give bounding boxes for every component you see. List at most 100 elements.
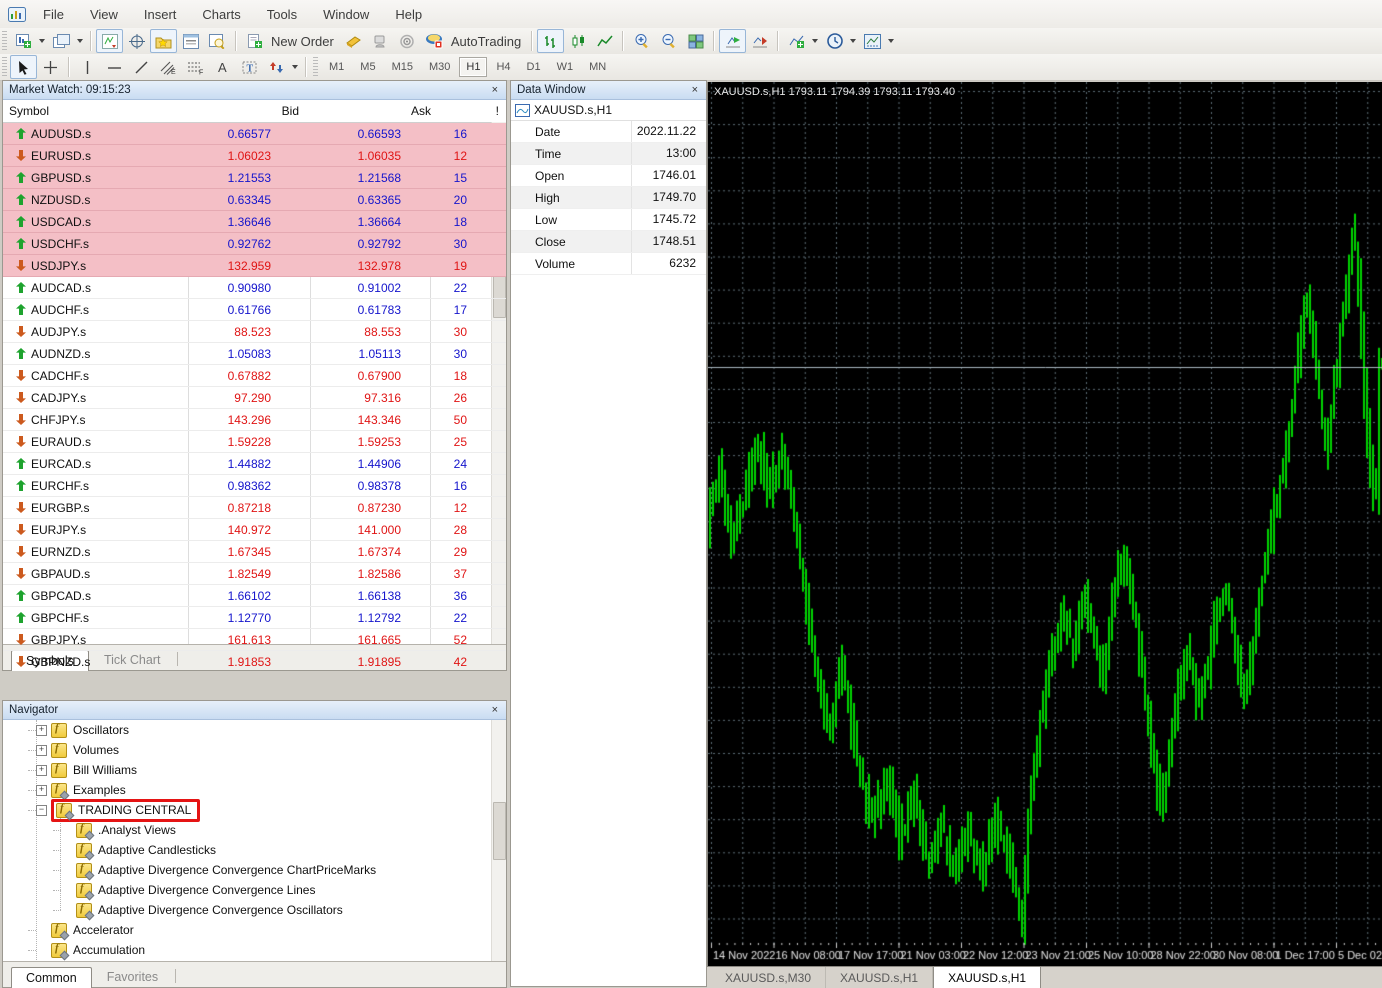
new-chart-button[interactable] — [10, 29, 37, 53]
market-watch-close-icon[interactable]: × — [490, 84, 500, 96]
tree-item-accelerator[interactable]: Accelerator — [28, 920, 506, 940]
chart-tab-xauusd-s-h1[interactable]: XAUUSD.s,H1 — [826, 967, 933, 988]
profiles-button[interactable] — [48, 29, 75, 53]
timeframe-w1-button[interactable]: W1 — [550, 57, 581, 77]
auto-scroll-button[interactable] — [719, 29, 746, 53]
timeframe-d1-button[interactable]: D1 — [520, 57, 548, 77]
metaeditor-button[interactable] — [340, 29, 367, 53]
data-window-close-icon[interactable]: × — [690, 84, 700, 96]
timeframe-h4-button[interactable]: H4 — [489, 57, 517, 77]
templates-dropdown-caret[interactable] — [888, 39, 894, 43]
timeframe-m15-button[interactable]: M15 — [385, 57, 420, 77]
market-watch-row[interactable]: GBPCAD.s1.661021.6613836 — [3, 585, 506, 607]
market-watch-row[interactable]: GBPNZD.s1.918531.9189542 — [3, 651, 506, 669]
column-header-ask[interactable]: Ask — [305, 104, 437, 118]
expand-plus-icon[interactable]: + — [36, 785, 47, 796]
terminal-toggle-button[interactable] — [177, 29, 204, 53]
community-button[interactable] — [367, 29, 394, 53]
text-tool-button[interactable]: A — [209, 55, 236, 79]
autotrading-label[interactable]: AutoTrading — [451, 34, 521, 49]
market-watch-row[interactable]: USDCHF.s0.927620.9279230 — [3, 233, 506, 255]
market-watch-row[interactable]: EURGBP.s0.872180.8723012 — [3, 497, 506, 519]
menu-item-tools[interactable]: Tools — [254, 7, 310, 22]
periods-button[interactable] — [821, 29, 848, 53]
toolbar-grip[interactable] — [2, 31, 7, 51]
menu-item-view[interactable]: View — [77, 7, 131, 22]
menu-item-insert[interactable]: Insert — [131, 7, 190, 22]
market-watch-row[interactable]: CHFJPY.s143.296143.34650 — [3, 409, 506, 431]
crosshair-tool-button[interactable] — [37, 55, 64, 79]
arrows-tool-button[interactable] — [263, 55, 290, 79]
data-window-toggle-button[interactable] — [123, 29, 150, 53]
price-chart-canvas[interactable] — [708, 82, 1382, 966]
zoom-out-button[interactable] — [655, 29, 682, 53]
market-watch-row[interactable]: USDJPY.s132.959132.97819 — [3, 255, 506, 277]
candlestick-style-button[interactable] — [564, 29, 591, 53]
menu-item-window[interactable]: Window — [310, 7, 382, 22]
tree-item-volumes[interactable]: +Volumes — [28, 740, 506, 760]
profiles-dropdown-caret[interactable] — [77, 39, 83, 43]
strategy-tester-toggle-button[interactable] — [204, 29, 231, 53]
autotrading-button[interactable] — [421, 29, 448, 53]
tree-item-accumulation[interactable]: Accumulation — [28, 940, 506, 960]
timeframe-h1-button[interactable]: H1 — [459, 57, 487, 77]
tile-windows-button[interactable] — [682, 29, 709, 53]
market-watch-row[interactable]: EURJPY.s140.972141.00028 — [3, 519, 506, 541]
new-chart-dropdown-caret[interactable] — [39, 39, 45, 43]
cursor-tool-button[interactable] — [10, 55, 37, 79]
expand-plus-icon[interactable]: + — [36, 725, 47, 736]
expand-plus-icon[interactable]: + — [36, 745, 47, 756]
fibonacci-tool-button[interactable]: F — [182, 55, 209, 79]
new-order-label[interactable]: New Order — [271, 34, 334, 49]
market-watch-row[interactable]: EURUSD.s1.060231.0603512 — [3, 145, 506, 167]
toolbar-grip[interactable] — [313, 57, 318, 77]
tree-item[interactable] — [28, 960, 506, 962]
market-watch-row[interactable]: EURCHF.s0.983620.9837816 — [3, 475, 506, 497]
market-watch-row[interactable]: AUDNZD.s1.050831.0511330 — [3, 343, 506, 365]
market-watch-row[interactable]: GBPAUD.s1.825491.8258637 — [3, 563, 506, 585]
market-watch-row[interactable]: GBPCHF.s1.127701.1279222 — [3, 607, 506, 629]
tree-item-analyst-views[interactable]: .Analyst Views — [53, 820, 506, 840]
market-watch-row[interactable]: AUDJPY.s88.52388.55330 — [3, 321, 506, 343]
chart-tab-xauusd-s-h1[interactable]: XAUUSD.s,H1 — [933, 967, 1041, 988]
tree-item-adaptive-candlesticks[interactable]: Adaptive Candlesticks — [53, 840, 506, 860]
tree-item-trading-central[interactable]: −TRADING CENTRAL — [28, 800, 506, 820]
periods-dropdown-caret[interactable] — [850, 39, 856, 43]
market-watch-row[interactable]: EURNZD.s1.673451.6737429 — [3, 541, 506, 563]
market-watch-row[interactable]: AUDUSD.s0.665770.6659316 — [3, 123, 506, 145]
bar-chart-style-button[interactable] — [537, 29, 564, 53]
arrows-dropdown-caret[interactable] — [292, 65, 298, 69]
menu-item-help[interactable]: Help — [382, 7, 435, 22]
column-header-symbol[interactable]: Symbol — [3, 104, 175, 118]
horizontal-line-tool-button[interactable] — [101, 55, 128, 79]
tree-item-adaptive-divergence-convergence-lines[interactable]: Adaptive Divergence Convergence Lines — [53, 880, 506, 900]
navigator-close-icon[interactable]: × — [490, 704, 500, 716]
market-watch-row[interactable]: GBPJPY.s161.613161.66552 — [3, 629, 506, 651]
market-watch-toggle-button[interactable] — [96, 29, 123, 53]
tree-item-bill-williams[interactable]: +Bill Williams — [28, 760, 506, 780]
menu-item-charts[interactable]: Charts — [189, 7, 253, 22]
market-watch-row[interactable]: GBPUSD.s1.215531.2156815 — [3, 167, 506, 189]
trendline-tool-button[interactable] — [128, 55, 155, 79]
tree-item-oscillators[interactable]: +Oscillators — [28, 720, 506, 740]
tab-favorites[interactable]: Favorites — [92, 966, 173, 987]
templates-button[interactable] — [859, 29, 886, 53]
market-watch-row[interactable]: USDCAD.s1.366461.3666418 — [3, 211, 506, 233]
tab-common[interactable]: Common — [11, 967, 92, 988]
timeframe-mn-button[interactable]: MN — [582, 57, 613, 77]
tree-item-examples[interactable]: +Examples — [28, 780, 506, 800]
market-watch-row[interactable]: AUDCHF.s0.617660.6178317 — [3, 299, 506, 321]
column-header-spread[interactable]: ! — [437, 104, 505, 118]
timeframe-m30-button[interactable]: M30 — [422, 57, 457, 77]
column-header-bid[interactable]: Bid — [175, 104, 305, 118]
menu-item-file[interactable]: File — [30, 7, 77, 22]
text-label-tool-button[interactable]: T — [236, 55, 263, 79]
timeframe-m5-button[interactable]: M5 — [353, 57, 382, 77]
zoom-in-button[interactable] — [628, 29, 655, 53]
line-chart-style-button[interactable] — [591, 29, 618, 53]
market-watch-row[interactable]: NZDUSD.s0.633450.6336520 — [3, 189, 506, 211]
toolbar-grip[interactable] — [2, 57, 7, 77]
chart-shift-button[interactable] — [746, 29, 773, 53]
expand-plus-icon[interactable]: + — [36, 765, 47, 776]
market-watch-row[interactable]: CADJPY.s97.29097.31626 — [3, 387, 506, 409]
